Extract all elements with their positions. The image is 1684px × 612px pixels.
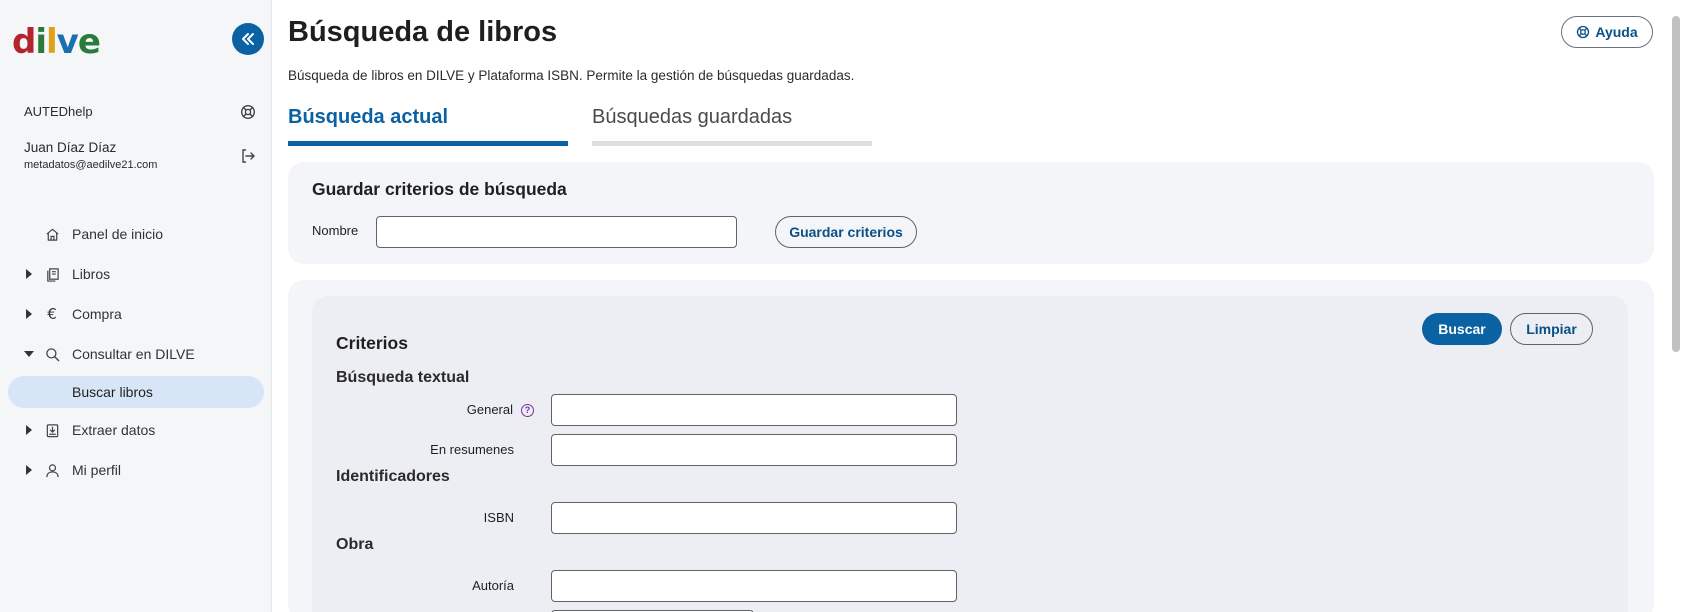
save-criteria-button[interactable]: Guardar criterios <box>775 216 917 248</box>
logo-letter-v: v <box>56 22 79 62</box>
tab-busquedas-guardadas[interactable]: Búsquedas guardadas <box>592 106 872 146</box>
caret-right-icon[interactable] <box>24 269 34 279</box>
caret-right-icon[interactable] <box>24 309 34 319</box>
organization-name: AUTEDhelp <box>24 104 93 119</box>
clear-button[interactable]: Limpiar <box>1510 313 1593 345</box>
euro-icon: € <box>47 305 57 323</box>
isbn-input[interactable] <box>551 502 957 534</box>
author-field-label: Autoría <box>472 578 514 593</box>
help-button[interactable]: Ayuda <box>1561 16 1653 48</box>
criteria-name-input[interactable] <box>376 216 737 248</box>
page-title: Búsqueda de libros <box>288 16 558 48</box>
caret-right-icon[interactable] <box>24 425 34 435</box>
sidebar-item-label: Libros <box>72 266 111 282</box>
criteria-title: Criterios <box>336 333 408 353</box>
caret-right-icon[interactable] <box>24 465 34 475</box>
general-label-text: General <box>466 402 513 417</box>
sidebar-item-consultar-en-dilve[interactable]: Consultar en DILVE <box>0 334 272 374</box>
sidebar: dilve AUTEDhelp Juan Díaz Díaz metadatos… <box>0 0 272 612</box>
search-button[interactable]: Buscar <box>1422 313 1502 345</box>
criteria-outer-panel: Criterios Buscar Limpiar Búsqueda textua… <box>288 280 1654 612</box>
save-criteria-title: Guardar criterios de búsqueda <box>312 179 567 199</box>
summaries-field-label: En resumenes <box>430 442 514 457</box>
logo-letter-d: d <box>12 22 36 62</box>
caret-down-icon[interactable] <box>24 349 34 359</box>
sidebar-item-label: Extraer datos <box>72 422 156 438</box>
general-search-input[interactable] <box>551 394 957 426</box>
sidebar-item-libros[interactable]: Libros <box>0 254 272 294</box>
sidebar-nav: Panel de inicio Libros € Compra Consulta… <box>0 214 272 490</box>
help-button-label: Ayuda <box>1595 24 1638 40</box>
sidebar-item-label: Consultar en DILVE <box>72 346 195 362</box>
general-field-label: General? <box>344 402 534 418</box>
home-icon <box>44 226 60 242</box>
section-obra: Obra <box>336 536 374 553</box>
sidebar-item-panel-de-inicio[interactable]: Panel de inicio <box>0 214 272 254</box>
collapse-sidebar-button[interactable] <box>232 23 264 55</box>
lifebuoy-icon[interactable] <box>240 104 256 120</box>
criteria-panel: Criterios Buscar Limpiar Búsqueda textua… <box>312 296 1628 612</box>
sidebar-item-label: Compra <box>72 306 122 322</box>
double-chevron-left-icon <box>242 33 254 45</box>
logo-letter-e: e <box>77 22 101 62</box>
section-identificadores: Identificadores <box>336 468 450 485</box>
lifebuoy-icon <box>1577 25 1590 39</box>
user-email: metadatos@aedilve21.com <box>24 159 158 171</box>
logout-icon[interactable] <box>240 148 256 164</box>
sidebar-item-label: Mi perfil <box>72 462 122 478</box>
page-scrollbar[interactable] <box>1672 16 1680 352</box>
summaries-search-input[interactable] <box>551 434 957 466</box>
sidebar-item-compra[interactable]: € Compra <box>0 294 272 334</box>
name-label: Nombre <box>312 223 359 238</box>
isbn-field-label: ISBN <box>483 510 514 525</box>
help-circle-icon[interactable]: ? <box>521 404 534 418</box>
author-input[interactable] <box>551 570 957 602</box>
user-icon <box>44 462 60 478</box>
books-icon <box>44 266 60 282</box>
search-icon <box>44 346 60 362</box>
main-content: Búsqueda de libros Ayuda Búsqueda de lib… <box>273 0 1668 612</box>
tab-busqueda-actual[interactable]: Búsqueda actual <box>288 106 568 146</box>
sidebar-item-buscar-libros[interactable]: Buscar libros <box>8 376 264 408</box>
download-icon <box>44 422 60 438</box>
sidebar-item-label: Panel de inicio <box>72 226 164 242</box>
user-name: Juan Díaz Díaz <box>24 140 117 155</box>
logo-letter-i: i <box>35 22 47 62</box>
sidebar-item-mi-perfil[interactable]: Mi perfil <box>0 450 272 490</box>
page-subtitle: Búsqueda de libros en DILVE y Plataforma… <box>288 68 855 83</box>
save-criteria-card: Guardar criterios de búsqueda Nombre Gua… <box>288 162 1654 264</box>
section-busqueda-textual: Búsqueda textual <box>336 369 470 386</box>
dilve-logo[interactable]: dilve <box>12 22 101 62</box>
logo-letter-l: l <box>46 22 58 62</box>
sidebar-item-extraer-datos[interactable]: Extraer datos <box>0 410 272 450</box>
